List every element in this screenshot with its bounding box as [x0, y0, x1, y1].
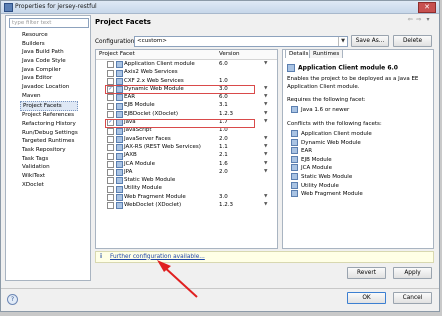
annotation-arrow [157, 260, 198, 298]
properties-dialog: Properties for jersey-restful ✕ type fil… [0, 0, 440, 312]
